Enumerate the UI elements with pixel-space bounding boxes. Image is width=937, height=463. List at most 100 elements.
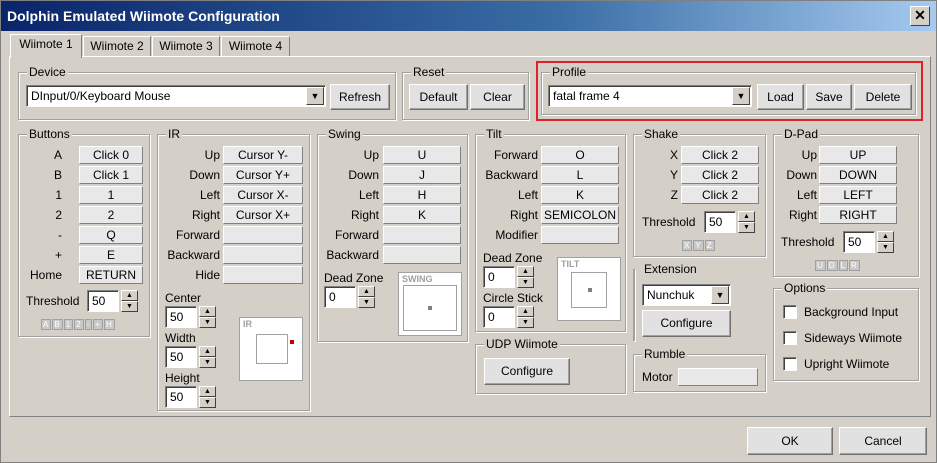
dpad-indicator-0: U: [815, 260, 826, 271]
device-select[interactable]: DInput/0/Keyboard Mouse ▼: [26, 85, 326, 107]
udp-group-title: UDP Wiimote: [484, 337, 560, 351]
tab-wiimote-4[interactable]: Wiimote 4: [221, 36, 290, 57]
dpad-binding-3[interactable]: RIGHT: [819, 206, 897, 224]
ir-center-label: Center: [165, 291, 202, 305]
ir-center-input[interactable]: 50: [165, 306, 197, 328]
ir-binding-3[interactable]: Cursor X+: [223, 206, 303, 224]
buttons-binding-2[interactable]: 1: [79, 186, 143, 204]
ir-label-4: Forward: [175, 228, 220, 242]
swing-binding-3[interactable]: K: [383, 206, 461, 224]
ir-binding-2[interactable]: Cursor X-: [223, 186, 303, 204]
ir-label-1: Down: [189, 168, 220, 182]
swing-binding-2[interactable]: H: [383, 186, 461, 204]
ir-label-0: Up: [204, 148, 220, 162]
ir-preview-label: IR: [243, 319, 252, 329]
ir-height-input[interactable]: 50: [165, 386, 197, 408]
dpad-threshold-label: Threshold: [781, 235, 835, 249]
ir-binding-4[interactable]: [223, 226, 303, 244]
buttons-threshold-input[interactable]: 50: [87, 290, 119, 312]
rumble-group-title: Rumble: [642, 347, 688, 361]
buttons-binding-6[interactable]: RETURN: [79, 266, 143, 284]
swing-deadzone-stepper[interactable]: ▲ ▼: [358, 286, 375, 308]
shake-binding-1[interactable]: Click 2: [681, 166, 759, 184]
buttons-binding-3[interactable]: 2: [79, 206, 143, 224]
tilt-binding-2[interactable]: K: [541, 186, 619, 204]
buttons-threshold-stepper[interactable]: ▲ ▼: [121, 290, 138, 312]
buttons-binding-4[interactable]: Q: [79, 226, 143, 244]
swing-binding-0[interactable]: U: [383, 146, 461, 164]
ir-label-5: Backward: [167, 248, 220, 262]
dpad-binding-0[interactable]: UP: [819, 146, 897, 164]
options-checkbox-0[interactable]: [783, 305, 797, 319]
shake-binding-2[interactable]: Click 2: [681, 186, 759, 204]
shake-threshold-input[interactable]: 50: [704, 211, 736, 233]
buttons-binding-0[interactable]: Click 0: [79, 146, 143, 164]
tilt-circle-label: Circle Stick: [483, 291, 544, 305]
tilt-binding-1[interactable]: L: [541, 166, 619, 184]
ir-binding-6[interactable]: [223, 266, 303, 284]
tilt-binding-4[interactable]: [541, 226, 619, 244]
swing-deadzone-input[interactable]: 0: [324, 286, 356, 308]
options-checkbox-2[interactable]: [783, 357, 797, 371]
extension-configure-button[interactable]: Configure: [642, 310, 731, 337]
tilt-label-2: Left: [517, 188, 538, 202]
close-button[interactable]: ✕: [910, 6, 930, 26]
tilt-circle-input[interactable]: 0: [483, 306, 515, 328]
default-button[interactable]: Default: [409, 84, 468, 110]
tab-wiimote-3[interactable]: Wiimote 3: [152, 36, 220, 57]
tilt-deadzone-stepper[interactable]: ▲ ▼: [517, 266, 534, 288]
ir-binding-1[interactable]: Cursor Y+: [223, 166, 303, 184]
rumble-motor-binding[interactable]: [678, 368, 758, 386]
buttons-label-6: Home: [29, 268, 62, 282]
options-group-title: Options: [782, 281, 828, 295]
tab-wiimote-2[interactable]: Wiimote 2: [83, 36, 151, 57]
swing-deadzone-label: Dead Zone: [324, 271, 384, 285]
swing-label-3: Right: [350, 208, 379, 222]
cancel-button[interactable]: Cancel: [839, 427, 927, 455]
dpad-threshold-stepper[interactable]: ▲ ▼: [877, 231, 894, 253]
tilt-deadzone-label: Dead Zone: [483, 251, 543, 265]
buttons-indicators: A B 1 2- + H: [41, 319, 116, 330]
extension-select[interactable]: Nunchuk ▼: [642, 284, 731, 306]
clear-button[interactable]: Clear: [470, 84, 525, 110]
dpad-indicator-2: L: [838, 260, 849, 271]
dpad-threshold-input[interactable]: 50: [843, 231, 875, 253]
shake-indicator-0: X: [682, 240, 693, 251]
refresh-button[interactable]: Refresh: [330, 84, 390, 110]
buttons-indicator-6: H: [103, 319, 115, 330]
swing-binding-1[interactable]: J: [383, 166, 461, 184]
options-checkbox-1[interactable]: [783, 331, 797, 345]
dpad-binding-2[interactable]: LEFT: [819, 186, 897, 204]
ir-binding-0[interactable]: Cursor Y-: [223, 146, 303, 164]
profile-highlight: [536, 61, 923, 121]
ir-center-stepper[interactable]: ▲ ▼: [199, 306, 216, 328]
device-group-title: Device: [27, 65, 68, 79]
swing-label-4: Forward: [334, 228, 379, 242]
buttons-indicator-4: -: [84, 319, 93, 330]
buttons-indicator-1: B: [52, 319, 63, 330]
ir-width-stepper[interactable]: ▲ ▼: [199, 346, 216, 368]
buttons-indicator-5: +: [93, 319, 103, 330]
ir-height-label: Height: [165, 371, 200, 385]
tab-wiimote-1[interactable]: Wiimote 1: [10, 34, 82, 58]
tilt-binding-3[interactable]: SEMICOLON: [541, 206, 619, 224]
ok-button[interactable]: OK: [747, 427, 833, 455]
tilt-deadzone-input[interactable]: 0: [483, 266, 515, 288]
shake-binding-0[interactable]: Click 2: [681, 146, 759, 164]
ir-width-input[interactable]: 50: [165, 346, 197, 368]
buttons-binding-1[interactable]: Click 1: [79, 166, 143, 184]
shake-label-2: Z: [670, 188, 678, 202]
ir-height-stepper[interactable]: ▲ ▼: [199, 386, 216, 408]
swing-binding-4[interactable]: [383, 226, 461, 244]
tilt-binding-0[interactable]: O: [541, 146, 619, 164]
buttons-binding-5[interactable]: E: [79, 246, 143, 264]
dpad-binding-1[interactable]: DOWN: [819, 166, 897, 184]
buttons-indicator-3: 2: [74, 319, 84, 330]
dpad-label-3: Right: [788, 208, 817, 222]
swing-preview-label: SWING: [402, 274, 433, 284]
udp-configure-button[interactable]: Configure: [484, 358, 570, 385]
tilt-circle-stepper[interactable]: ▲ ▼: [517, 306, 534, 328]
swing-binding-5[interactable]: [383, 246, 461, 264]
shake-threshold-stepper[interactable]: ▲ ▼: [738, 211, 755, 233]
ir-binding-5[interactable]: [223, 246, 303, 264]
